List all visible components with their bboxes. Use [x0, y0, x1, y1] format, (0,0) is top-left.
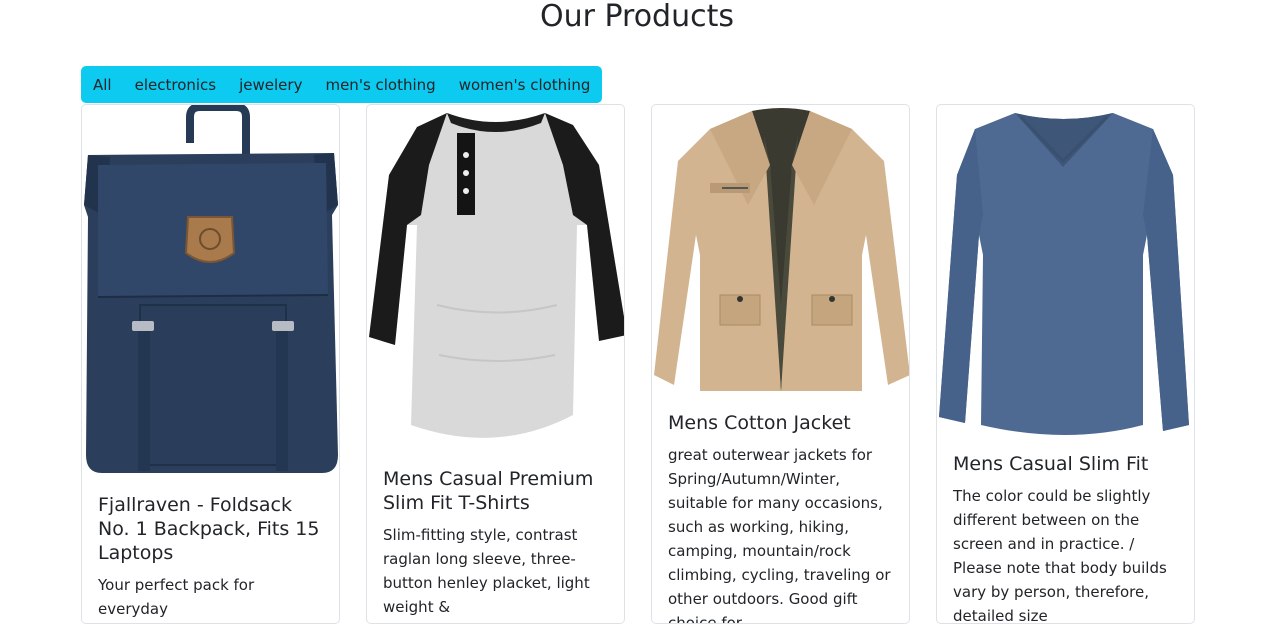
product-title: Mens Cotton Jacket: [668, 412, 851, 434]
filter-all-button[interactable]: All: [81, 66, 124, 103]
product-description: Your perfect pack for everyday: [98, 576, 255, 618]
filter-electronics-button[interactable]: electronics: [122, 66, 229, 103]
product-image-cotton-jacket[interactable]: [652, 105, 909, 395]
filter-womens-clothing-button[interactable]: women's clothing: [446, 66, 603, 103]
product-image-slim-fit-shirt[interactable]: [937, 105, 1194, 435]
product-description: Slim-fitting style, contrast raglan long…: [383, 526, 590, 616]
product-image-backpack[interactable]: [82, 105, 339, 477]
filter-mens-clothing-button[interactable]: men's clothing: [313, 66, 448, 103]
category-filter-group: All electronics jewelery men's clothing …: [81, 66, 603, 103]
product-title: Mens Casual Slim Fit: [953, 453, 1149, 475]
filter-jewelery-button[interactable]: jewelery: [227, 66, 315, 103]
product-description: great outerwear jackets for Spring/Autum…: [668, 446, 891, 624]
product-title: Fjallraven - Foldsack No. 1 Backpack, Fi…: [98, 494, 320, 564]
product-card[interactable]: Fjallraven - Foldsack No. 1 Backpack, Fi…: [81, 104, 340, 624]
product-description: The color could be slightly different be…: [953, 487, 1167, 624]
page-title: Our Products: [539, 0, 735, 34]
product-image-raglan-tshirt[interactable]: [367, 105, 624, 455]
product-card[interactable]: Mens Casual Premium Slim Fit T-Shirts Sl…: [366, 104, 625, 624]
product-title: Mens Casual Premium Slim Fit T-Shirts: [383, 468, 594, 514]
product-card[interactable]: Mens Casual Slim Fit The color could be …: [936, 104, 1195, 624]
product-card[interactable]: Mens Cotton Jacket great outerwear jacke…: [651, 104, 910, 624]
